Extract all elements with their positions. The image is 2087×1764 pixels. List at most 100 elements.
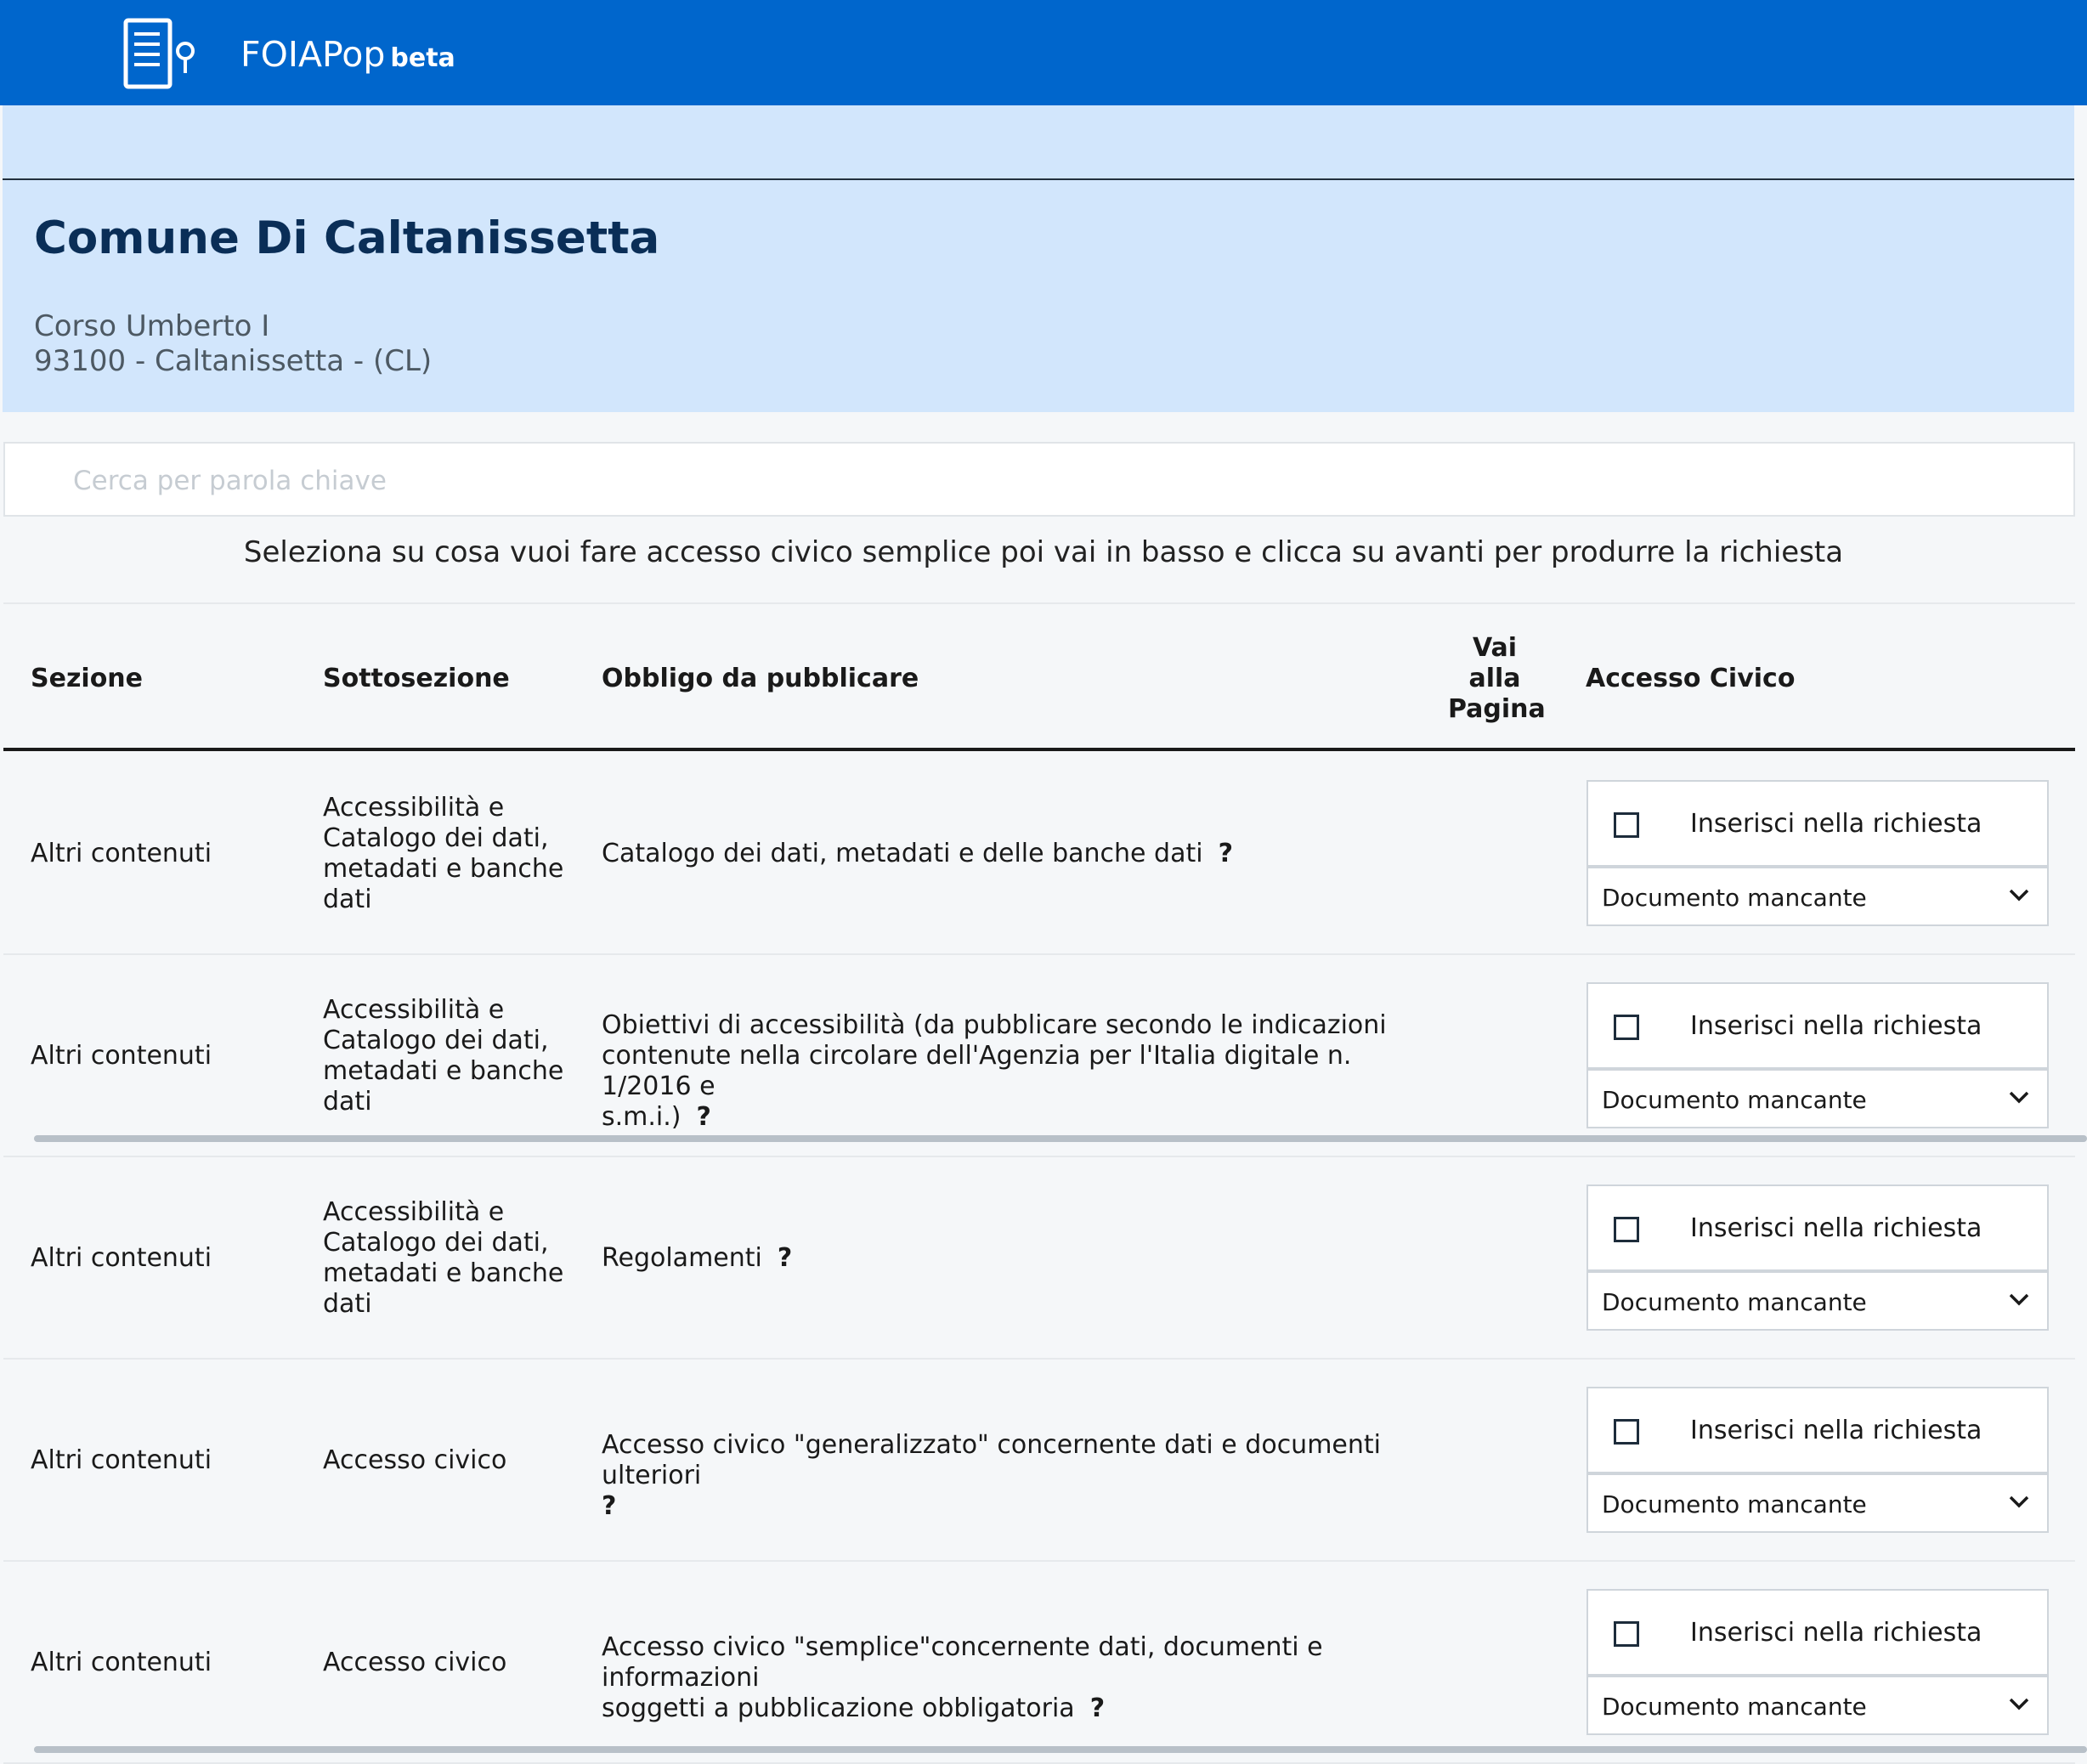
include-checkbox[interactable] [1614, 1015, 1639, 1040]
include-request-option[interactable]: Inserisci nella richiesta [1586, 982, 2049, 1069]
sottosezione-line: Catalogo dei dati, [323, 823, 549, 853]
sottosezione-line: metadati e banche [323, 1056, 564, 1086]
status-select[interactable]: Documento mancante [1586, 1271, 2049, 1331]
include-checkbox[interactable] [1614, 1217, 1639, 1242]
address-line-1: Corso Umberto I [34, 309, 270, 343]
cell-sottosezione: Accessibilità e Catalogo dei dati, metadat… [323, 995, 563, 1117]
table-row: Altri contenuti Accesso civico Accesso civ… [3, 1562, 2075, 1764]
cell-obbligo: Regolamenti? [602, 1243, 1417, 1274]
include-request-option[interactable]: Inserisci nella richiesta [1586, 1589, 2049, 1676]
include-checkbox-label[interactable]: Inserisci nella richiesta [1690, 1213, 1982, 1243]
obbligo-line: Catalogo dei dati, metadati e delle banc… [602, 839, 1203, 868]
include-checkbox[interactable] [1614, 1419, 1639, 1445]
horizontal-scrollbar[interactable] [34, 1135, 2087, 1142]
obbligo-line: Accesso civico "generalizzato" concernen… [602, 1430, 1381, 1490]
search-input[interactable]: Cerca per parola chiave [3, 442, 2075, 517]
chevron-down-icon[interactable] [2006, 1489, 2032, 1514]
header-vai-alla-pagina: Vai alla Pagina [1448, 633, 1546, 725]
table-header-row: Sezione Sottosezione Obbligo da pubblica… [3, 602, 2075, 751]
include-checkbox-label[interactable]: Inserisci nella richiesta [1690, 1011, 1982, 1041]
cell-sezione: Altri contenuti [31, 839, 212, 868]
obbligo-line: soggetti a pubblicazione obbligatoria [602, 1693, 1075, 1723]
help-question-icon[interactable]: ? [697, 1102, 711, 1132]
obbligo-line: contenute nella circolare dell'Agenzia p… [602, 1041, 1352, 1101]
address-line-2: 93100 - Caltanissetta - (CL) [34, 344, 433, 378]
beta-badge: beta [390, 43, 455, 73]
foia-logo-icon[interactable] [122, 17, 199, 90]
status-select-value: Documento mancante [1602, 1288, 1867, 1316]
obbligo-line: s.m.i.) [602, 1102, 682, 1132]
cell-sezione: Altri contenuti [31, 1648, 212, 1677]
brand[interactable]: FOIAPop beta [240, 32, 455, 81]
cell-sezione: Altri contenuti [31, 1243, 212, 1273]
header-pagina-line: Pagina [1448, 694, 1546, 724]
cell-sottosezione: Accessibilità e Catalogo dei dati, metadat… [323, 1197, 563, 1320]
page-title: Comune Di Caltanissetta [34, 212, 660, 264]
table-row: Altri contenuti Accesso civico Accesso civ… [3, 1360, 2075, 1562]
chevron-down-icon[interactable] [2006, 882, 2032, 907]
include-request-option[interactable]: Inserisci nella richiesta [1586, 780, 2049, 867]
obbligo-line: Regolamenti [602, 1243, 762, 1273]
chevron-down-icon[interactable] [2006, 1286, 2032, 1312]
header-sezione: Sezione [31, 664, 144, 693]
header-alla-line: alla [1468, 664, 1521, 693]
cell-sezione: Altri contenuti [31, 1041, 212, 1071]
include-checkbox-label[interactable]: Inserisci nella richiesta [1690, 1416, 1982, 1445]
table-row: Altri contenuti Accessibilità e Catalogo d… [3, 753, 2075, 955]
header-vai-line: Vai [1472, 633, 1518, 663]
cell-obbligo: Accesso civico "generalizzato" concernen… [602, 1430, 1417, 1522]
table-row: Altri contenuti Accessibilità e Catalogo d… [3, 1157, 2075, 1360]
sottosezione-line: dati [323, 1087, 372, 1117]
sottosezione-line: Accesso civico [323, 1445, 507, 1475]
include-checkbox-label[interactable]: Inserisci nella richiesta [1690, 1618, 1982, 1648]
cell-sottosezione: Accesso civico [323, 1445, 506, 1476]
status-select[interactable]: Documento mancante [1586, 867, 2049, 926]
status-select[interactable]: Documento mancante [1586, 1473, 2049, 1533]
status-select-value: Documento mancante [1602, 884, 1867, 912]
include-request-option[interactable]: Inserisci nella richiesta [1586, 1184, 2049, 1271]
instructions-text: Seleziona su cosa vuoi fare accesso civi… [243, 535, 1844, 569]
status-select-value: Documento mancante [1602, 1490, 1867, 1518]
sottosezione-line: Accesso civico [323, 1648, 507, 1677]
obbligo-line: Obiettivi di accessibilità (da pubblicar… [602, 1010, 1387, 1040]
sottosezione-line: Accessibilità e [323, 793, 505, 823]
sottosezione-line: metadati e banche [323, 1258, 564, 1288]
header-obbligo: Obbligo da pubblicare [602, 664, 919, 693]
cell-sottosezione: Accesso civico [323, 1648, 506, 1678]
sottosezione-line: dati [323, 1289, 372, 1319]
cell-sottosezione: Accessibilità e Catalogo dei dati, metadat… [323, 793, 563, 915]
include-checkbox-label[interactable]: Inserisci nella richiesta [1690, 809, 1982, 839]
status-select[interactable]: Documento mancante [1586, 1069, 2049, 1128]
sottosezione-line: metadati e banche [323, 854, 564, 884]
sottosezione-line: Accessibilità e [323, 1197, 505, 1227]
help-question-icon[interactable]: ? [602, 1491, 616, 1521]
header-sottosezione: Sottosezione [323, 664, 510, 693]
sottosezione-line: Catalogo dei dati, [323, 1026, 549, 1055]
table-row: Altri contenuti Accessibilità e Catalogo d… [3, 955, 2075, 1157]
help-question-icon[interactable]: ? [1090, 1693, 1105, 1723]
cell-sezione: Altri contenuti [31, 1445, 212, 1475]
obbligo-line: Accesso civico "semplice"concernente dat… [602, 1632, 1323, 1693]
sottosezione-line: Accessibilità e [323, 995, 505, 1025]
top-bar: FOIAPop beta [0, 0, 2087, 105]
status-select-value: Documento mancante [1602, 1693, 1867, 1721]
include-checkbox[interactable] [1614, 812, 1639, 838]
chevron-down-icon[interactable] [2006, 1084, 2032, 1110]
horizontal-scrollbar-bottom[interactable] [34, 1746, 2087, 1753]
include-checkbox[interactable] [1614, 1621, 1639, 1647]
sottosezione-line: dati [323, 885, 372, 914]
chevron-down-icon[interactable] [2006, 1691, 2032, 1716]
status-select-value: Documento mancante [1602, 1086, 1867, 1114]
header-accesso-civico: Accesso Civico [1586, 664, 1796, 693]
app-name: FOIAPop [240, 34, 386, 75]
status-select[interactable]: Documento mancante [1586, 1676, 2049, 1735]
sottosezione-line: Catalogo dei dati, [323, 1228, 549, 1258]
help-question-icon[interactable]: ? [1219, 839, 1233, 868]
help-question-icon[interactable]: ? [778, 1243, 792, 1273]
cell-obbligo: Accesso civico "semplice"concernente dat… [602, 1632, 1417, 1724]
entity-header: Comune Di Caltanissetta Corso Umberto I … [3, 105, 2074, 412]
cell-obbligo: Obiettivi di accessibilità (da pubblicar… [602, 1010, 1417, 1133]
include-request-option[interactable]: Inserisci nella richiesta [1586, 1387, 2049, 1473]
header-divider [3, 178, 2074, 180]
cell-obbligo: Catalogo dei dati, metadati e delle banc… [602, 839, 1417, 869]
